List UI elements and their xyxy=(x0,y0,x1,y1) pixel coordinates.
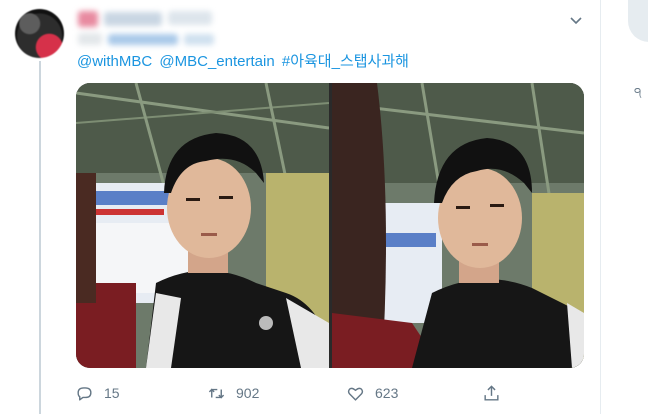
reply-icon xyxy=(77,386,92,401)
media-photo-2[interactable] xyxy=(332,83,584,368)
right-sidebar: ੧ xyxy=(601,0,648,414)
share-icon xyxy=(484,384,499,401)
tweet-menu-chevron-down-icon[interactable] xyxy=(566,11,586,31)
share-button[interactable] xyxy=(482,380,511,406)
retweet-icon xyxy=(208,388,225,398)
retweet-button[interactable]: 902 xyxy=(207,380,259,406)
like-count: 623 xyxy=(375,385,399,401)
avatar[interactable] xyxy=(15,9,64,58)
tweet-column: @withMBC @MBC_entertain #아육대_스탭사과해 15 90… xyxy=(0,0,601,414)
media-grid xyxy=(76,83,584,368)
heart-icon xyxy=(347,387,364,401)
hashtag-link[interactable]: #아육대_스탭사과해 xyxy=(282,53,409,70)
mention-mbc-entertain[interactable]: @MBC_entertain xyxy=(159,53,274,70)
retweet-count: 902 xyxy=(236,385,260,401)
right-sidebar-fragment: ੧ xyxy=(634,84,642,100)
mention-withmbc[interactable]: @withMBC xyxy=(77,53,152,70)
reply-count: 15 xyxy=(104,385,120,401)
tweet-actions: 15 902 623 xyxy=(73,380,513,406)
reply-button[interactable]: 15 xyxy=(75,380,120,406)
thread-connector-line xyxy=(39,61,41,414)
tweet-text: @withMBC @MBC_entertain #아육대_스탭사과해 xyxy=(77,52,412,72)
blurred-user-name xyxy=(78,9,218,49)
like-button[interactable]: 623 xyxy=(346,380,398,406)
media-photo-1[interactable] xyxy=(76,83,329,368)
search-bar-edge[interactable] xyxy=(628,0,648,42)
